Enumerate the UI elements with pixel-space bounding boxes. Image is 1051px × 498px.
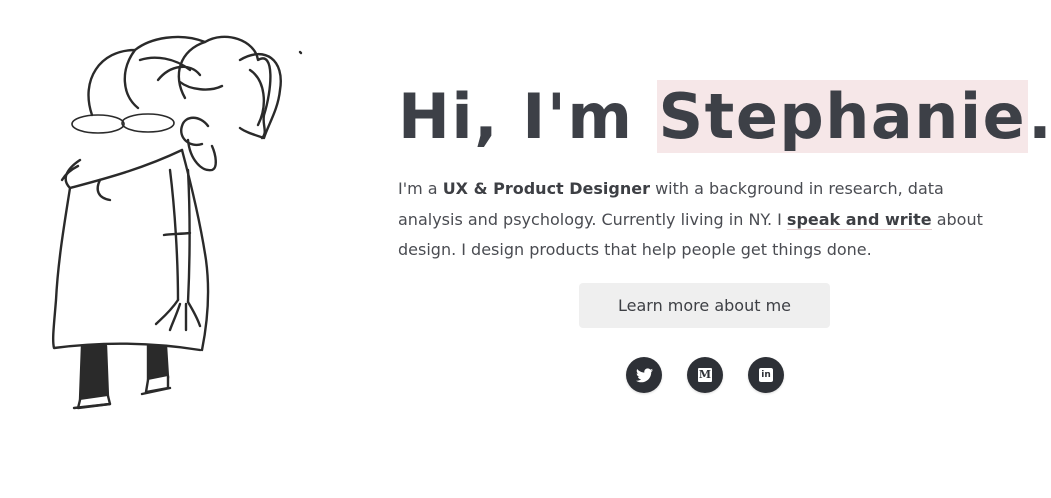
- character-illustration: [51, 35, 303, 410]
- intro-text-1: I'm a: [398, 179, 443, 198]
- role-text: UX & Product Designer: [442, 179, 650, 198]
- speak-and-write-link[interactable]: speak and write: [786, 209, 932, 230]
- learn-more-button[interactable]: Learn more about me: [579, 283, 830, 328]
- page: Hi, I'm Stephanie. I'm a UX & Product De…: [0, 0, 1051, 498]
- medium-link[interactable]: M: [687, 357, 723, 393]
- greeting-text: Hi, I'm: [398, 80, 657, 153]
- page-title: Hi, I'm Stephanie.: [398, 70, 1051, 164]
- twitter-link[interactable]: [626, 357, 662, 393]
- hero-section: Hi, I'm Stephanie. I'm a UX & Product De…: [398, 70, 1051, 266]
- twitter-icon: [635, 367, 653, 382]
- intro-paragraph: I'm a UX & Product Designer with a backg…: [398, 174, 1013, 266]
- social-links: M in: [626, 357, 784, 393]
- title-punctuation: .: [1028, 80, 1051, 153]
- highlighted-name: Stephanie: [656, 80, 1029, 153]
- linkedin-icon: in: [759, 368, 773, 382]
- linkedin-link[interactable]: in: [748, 357, 784, 393]
- medium-icon: M: [698, 368, 712, 382]
